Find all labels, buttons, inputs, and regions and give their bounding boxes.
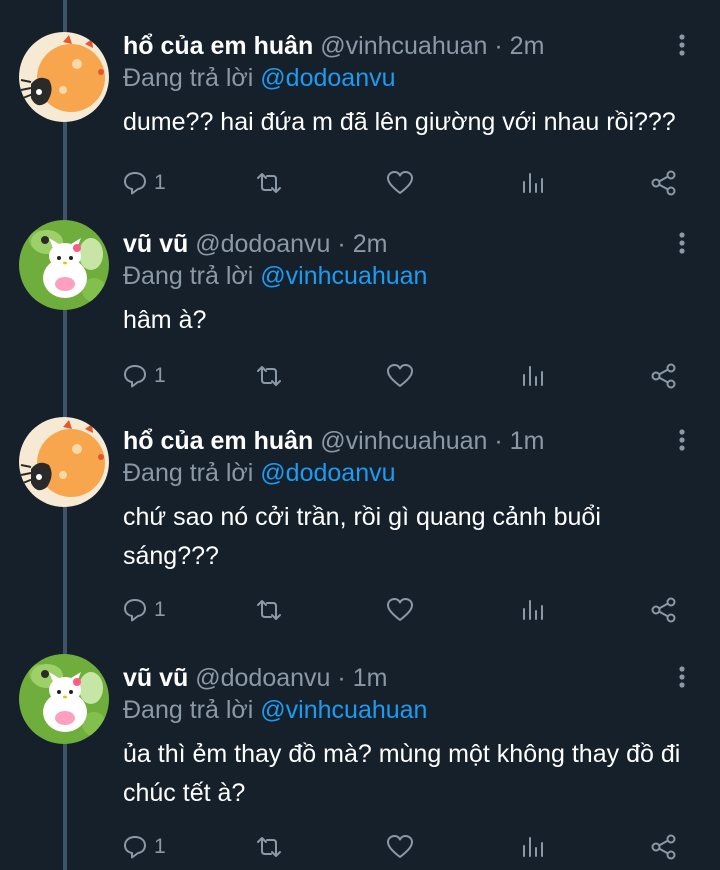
user-handle[interactable]: @dodoanvu [195, 230, 330, 258]
separator-dot: · [494, 427, 503, 455]
share-icon [651, 363, 676, 389]
reply-mention-link[interactable]: @vinhcuahuan [260, 696, 427, 724]
heart-icon [387, 364, 413, 387]
more-options-icon[interactable] [672, 32, 692, 62]
tweet-actions: 1 [0, 827, 720, 867]
separator-dot: · [494, 32, 503, 60]
timestamp[interactable]: 1m [353, 664, 388, 692]
reply-button[interactable]: 1 [122, 356, 166, 396]
separator-dot: · [337, 230, 346, 258]
replying-to: Đang trả lời @vinhcuahuan [123, 694, 427, 726]
tweet-header: vũ vũ @dodoanvu · 2m [123, 228, 387, 260]
replying-to-label: Đang trả lời [123, 459, 254, 487]
heart-icon [387, 598, 413, 621]
analytics-button[interactable] [519, 590, 545, 630]
tweet-header: hổ của em huân @vinhcuahuan · 1m [123, 425, 544, 457]
display-name[interactable]: vũ vũ [123, 664, 188, 692]
reply-icon [124, 599, 146, 622]
heart-icon [387, 835, 413, 858]
reply-icon [124, 836, 146, 859]
retweet-button[interactable] [254, 163, 284, 203]
retweet-icon [257, 366, 281, 386]
more-options-icon[interactable] [672, 427, 692, 457]
share-icon [651, 834, 676, 860]
user-handle[interactable]: @vinhcuahuan [320, 427, 487, 455]
retweet-icon [257, 837, 281, 857]
reply-mention-link[interactable]: @dodoanvu [260, 459, 395, 487]
avatar[interactable] [19, 654, 109, 744]
replying-to: Đang trả lời @dodoanvu [123, 457, 396, 489]
separator-dot: · [337, 664, 346, 692]
more-options-icon[interactable] [672, 664, 692, 694]
display-name[interactable]: hổ của em huân [123, 32, 313, 60]
replying-to: Đang trả lời @vinhcuahuan [123, 260, 427, 292]
share-button[interactable] [650, 356, 678, 396]
timestamp[interactable]: 2m [353, 230, 388, 258]
reply-icon [124, 172, 146, 195]
share-button[interactable] [650, 163, 678, 203]
analytics-icon [523, 837, 543, 857]
share-icon [651, 170, 676, 196]
retweet-button[interactable] [254, 356, 284, 396]
display-name[interactable]: vũ vũ [123, 230, 188, 258]
analytics-icon [523, 173, 543, 193]
replying-to-label: Đang trả lời [123, 262, 254, 290]
replying-to-label: Đang trả lời [123, 64, 254, 92]
reply-button[interactable]: 1 [122, 163, 166, 203]
share-button[interactable] [650, 590, 678, 630]
timestamp[interactable]: 2m [510, 32, 545, 60]
more-options-icon[interactable] [672, 230, 692, 260]
user-handle[interactable]: @dodoanvu [195, 664, 330, 692]
like-button[interactable] [386, 827, 414, 867]
reply-button[interactable]: 1 [122, 827, 166, 867]
tweet-text: chứ sao nó cởi trần, rồi gì quang cảnh b… [123, 503, 601, 570]
analytics-button[interactable] [519, 356, 545, 396]
like-button[interactable] [386, 163, 414, 203]
reply-count: 1 [154, 598, 166, 621]
replying-to-label: Đang trả lời [123, 696, 254, 724]
tweet-actions: 1 [0, 356, 720, 396]
tweet-header: hổ của em huân @vinhcuahuan · 2m [123, 30, 544, 62]
reply-count: 1 [154, 364, 166, 387]
tweet-text: dume?? hai đứa m đã lên giường với nhau … [123, 108, 676, 136]
avatar[interactable] [19, 220, 109, 310]
reply-count: 1 [154, 171, 166, 194]
user-handle[interactable]: @vinhcuahuan [320, 32, 487, 60]
avatar[interactable] [19, 32, 109, 122]
reply-count: 1 [154, 835, 166, 858]
reply-icon [124, 365, 146, 388]
analytics-icon [523, 600, 543, 620]
tweet-actions: 1 [0, 590, 720, 630]
tweet-header: vũ vũ @dodoanvu · 1m [123, 662, 387, 694]
analytics-button[interactable] [519, 827, 545, 867]
tweet-actions: 1 [0, 163, 720, 203]
share-icon [651, 597, 676, 623]
reply-mention-link[interactable]: @vinhcuahuan [260, 262, 427, 290]
analytics-button[interactable] [519, 163, 545, 203]
timestamp[interactable]: 1m [510, 427, 545, 455]
replying-to: Đang trả lời @dodoanvu [123, 62, 396, 94]
analytics-icon [523, 366, 543, 386]
tweet-text: hâm à? [123, 306, 207, 334]
retweet-button[interactable] [254, 590, 284, 630]
retweet-icon [257, 173, 281, 193]
tweet-text: ủa thì ẻm thay đồ mà? mùng một không tha… [123, 740, 681, 807]
reply-mention-link[interactable]: @dodoanvu [260, 64, 395, 92]
avatar[interactable] [19, 417, 109, 507]
share-button[interactable] [650, 827, 678, 867]
like-button[interactable] [386, 590, 414, 630]
retweet-button[interactable] [254, 827, 284, 867]
heart-icon [387, 171, 413, 194]
display-name[interactable]: hổ của em huân [123, 427, 313, 455]
retweet-icon [257, 600, 281, 620]
reply-button[interactable]: 1 [122, 590, 166, 630]
like-button[interactable] [386, 356, 414, 396]
